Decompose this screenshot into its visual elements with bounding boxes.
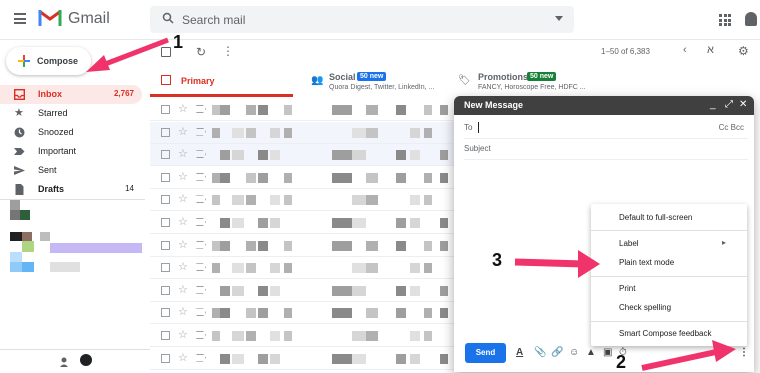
- annotation-number: 1: [173, 32, 184, 52]
- arrowhead-2-icon: [712, 340, 736, 362]
- annotation-number: 2: [616, 352, 627, 372]
- arrowhead-3-icon: [578, 250, 600, 278]
- arrow-3-icon: [514, 258, 585, 268]
- arrowhead-1-icon: [86, 55, 110, 72]
- arrow-1-icon: [99, 37, 169, 69]
- annotation-arrows: [86, 37, 736, 371]
- arrow-2-icon: [641, 349, 717, 371]
- annotation-number: 3: [492, 250, 503, 270]
